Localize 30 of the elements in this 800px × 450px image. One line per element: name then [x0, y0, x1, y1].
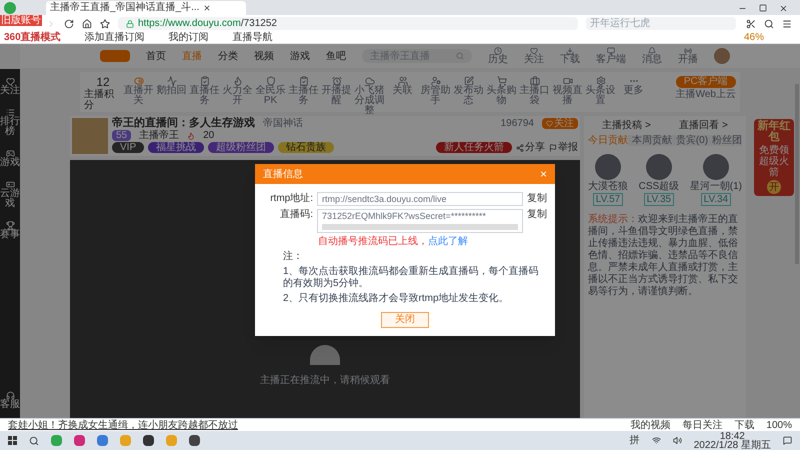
zoom-text: 100% — [766, 420, 792, 430]
note-text: 1、每次点击获取推流码都会重新生成直播码，每个直播码的有效期为5分钟。 — [282, 266, 540, 290]
warning-text: 自动播号推流码已上线，点此了解 — [317, 236, 469, 248]
streamer-name: 主播帝王 — [139, 130, 180, 141]
field-label: rtmp地址: — [269, 193, 313, 205]
clock-time: 18:42 — [720, 432, 745, 440]
fan-name: 星河一朝(1) — [690, 181, 742, 192]
field-label: 直播码: — [279, 209, 313, 221]
fan-level: LV.34 — [700, 193, 732, 206]
score-label: 主播积分 — [84, 89, 115, 111]
level-badge: 55 — [112, 130, 132, 141]
notice-text: 系统提示：欢迎来到主播帝王的直播间，斗鱼倡导文明绿色直播，禁止传播违法违规、暴力血腥、低俗色情、招嫖诈骗、违禁品等不良信息。严禁未成年人直播或打赏，主播以不正当方式诱导打赏、私下交易等行为，请谨慎判断。 — [588, 212, 739, 298]
note-title: 注： — [282, 251, 304, 263]
room-title: 帝王的直播间：多人生存游戏 — [112, 118, 255, 129]
heat-value: 20 — [203, 130, 214, 141]
battery-text: 46% — [744, 32, 764, 43]
note-text: 2、只有切换推流线路才会导致rtmp地址发生变化。 — [282, 293, 510, 305]
fan-name: 大漠苍狼 — [588, 181, 628, 192]
fan-name: CSS超级 — [638, 181, 680, 192]
ime-indicator: 拼 — [630, 434, 640, 448]
dialog-title: 直播信息 — [263, 168, 303, 182]
fan-level: LV.57 — [592, 193, 624, 206]
score-value: 12 — [96, 76, 110, 89]
client-note: 主播Web上云 — [676, 90, 736, 100]
follow-count: 196794 — [500, 118, 534, 129]
url-text: https://www.douyu.com/731252 — [138, 18, 277, 29]
account-badge: 旧版账号 — [0, 15, 42, 26]
video-status-text: 主播正在推流中，请稍候观看 — [260, 374, 390, 388]
fan-level: LV.35 — [644, 193, 674, 206]
clock-date: 2022/1/28 星期五 — [694, 440, 771, 450]
